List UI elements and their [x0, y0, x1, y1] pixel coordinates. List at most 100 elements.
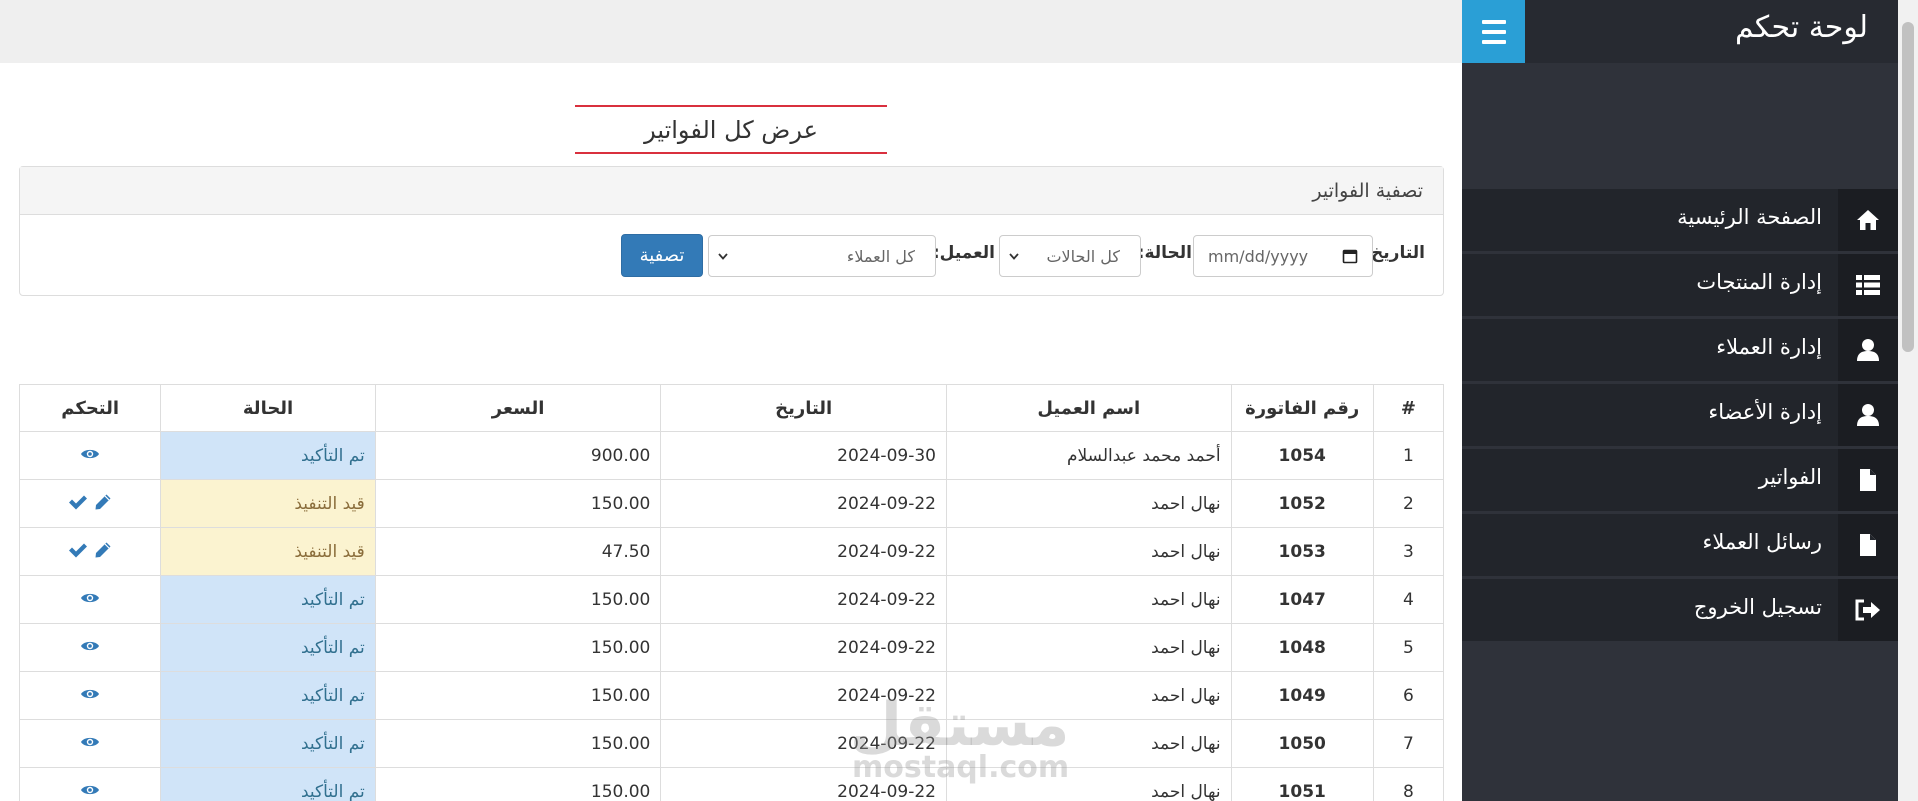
- column-header: التاريخ: [660, 384, 947, 432]
- view-eye-icon[interactable]: [80, 783, 100, 797]
- invoice-price: 150.00: [374, 671, 662, 720]
- invoice-price: 150.00: [374, 719, 662, 768]
- view-eye-icon[interactable]: [80, 639, 100, 653]
- invoice-number: 1054: [1230, 431, 1374, 480]
- list-icon: [1838, 254, 1898, 316]
- status-label: الحالة:: [1137, 243, 1192, 263]
- status-badge: تم التأكيد: [160, 719, 376, 768]
- sidebar-item-0[interactable]: الصفحة الرئيسية: [1462, 189, 1898, 251]
- sidebar-item-3[interactable]: إدارة الأعضاء: [1462, 384, 1898, 446]
- row-number: 7: [1372, 719, 1445, 768]
- hamburger-icon: [1481, 17, 1506, 47]
- filter-form: التاريخ: mm/dd/yyyy الحالة: كل الحالات ا…: [20, 215, 1443, 295]
- row-actions: [18, 527, 162, 576]
- date-input[interactable]: mm/dd/yyyy: [1193, 235, 1373, 277]
- sidebar-item-label: إدارة العملاء: [1716, 335, 1822, 359]
- watermark-url: mostaql.com: [852, 750, 1070, 785]
- sidebar-item-label: الصفحة الرئيسية: [1677, 205, 1822, 229]
- user-icon: [1838, 384, 1898, 446]
- view-eye-icon[interactable]: [80, 591, 100, 605]
- menu-toggle-button[interactable]: [1462, 0, 1525, 63]
- row-number: 8: [1372, 767, 1445, 801]
- client-name: نهال احمد: [945, 623, 1232, 672]
- confirm-check-icon[interactable]: [68, 542, 88, 558]
- status-badge: قيد التنفيذ: [160, 527, 376, 576]
- edit-pencil-icon[interactable]: [94, 493, 112, 511]
- status-select[interactable]: كل الحالات: [999, 235, 1141, 277]
- file-icon: [1838, 449, 1898, 511]
- invoice-price: 47.50: [374, 527, 662, 576]
- scrollbar-thumb[interactable]: [1902, 22, 1914, 352]
- home-icon: [1838, 189, 1898, 251]
- column-header: اسم العميل: [945, 384, 1232, 432]
- row-actions: [18, 479, 162, 528]
- invoice-price: 900.00: [374, 431, 662, 480]
- invoice-price: 150.00: [374, 767, 662, 801]
- invoice-date: 2024-09-22: [660, 527, 947, 576]
- row-actions: [18, 671, 162, 720]
- view-eye-icon[interactable]: [80, 687, 100, 701]
- row-number: 6: [1372, 671, 1445, 720]
- status-badge: تم التأكيد: [160, 431, 376, 480]
- invoice-number: 1048: [1230, 623, 1374, 672]
- sidebar-item-6[interactable]: تسجيل الخروج: [1462, 579, 1898, 641]
- row-number: 3: [1372, 527, 1445, 576]
- sidebar-item-label: الفواتير: [1758, 465, 1822, 489]
- user-icon: [1838, 319, 1898, 381]
- client-select-value: كل العملاء: [846, 247, 915, 266]
- row-number: 4: [1372, 575, 1445, 624]
- invoice-date: 2024-09-30: [660, 431, 947, 480]
- sidebar-title: لوحة تحكم: [1734, 10, 1868, 45]
- client-name: أحمد محمد عبدالسلام: [945, 431, 1232, 480]
- table-row: 6 1049 نهال احمد 2024-09-22 150.00 تم التأكيد: [18, 671, 1445, 720]
- table-row: 4 1047 نهال احمد 2024-09-22 150.00 تم التأكيد: [18, 575, 1445, 624]
- filter-panel-heading: تصفية الفواتير: [20, 167, 1443, 215]
- client-name: نهال احمد: [945, 527, 1232, 576]
- invoice-number: 1050: [1230, 719, 1374, 768]
- table-row: 5 1048 نهال احمد 2024-09-22 150.00 تم التأكيد: [18, 623, 1445, 672]
- page-scrollbar[interactable]: [1898, 0, 1918, 801]
- sidebar-item-1[interactable]: إدارة المنتجات: [1462, 254, 1898, 316]
- sidebar-item-label: إدارة الأعضاء: [1708, 400, 1822, 424]
- calendar-icon[interactable]: [1342, 248, 1358, 264]
- invoice-number: 1052: [1230, 479, 1374, 528]
- client-label: العميل:: [932, 243, 995, 263]
- table-row: 7 1050 نهال احمد 2024-09-22 150.00 تم التأكيد: [18, 719, 1445, 768]
- invoice-number: 1047: [1230, 575, 1374, 624]
- sidebar-item-2[interactable]: إدارة العملاء: [1462, 319, 1898, 381]
- confirm-check-icon[interactable]: [68, 494, 88, 510]
- row-actions: [18, 719, 162, 768]
- view-eye-icon[interactable]: [80, 447, 100, 461]
- row-actions: [18, 623, 162, 672]
- table-row: 2 1052 نهال احمد 2024-09-22 150.00 قيد التنفي…: [18, 479, 1445, 528]
- table-header-row: # رقم الفاتورة اسم العميل التاريخ السعر الحال…: [18, 384, 1445, 432]
- invoices-table: # رقم الفاتورة اسم العميل التاريخ السعر الحال…: [18, 384, 1445, 801]
- status-badge: تم التأكيد: [160, 671, 376, 720]
- column-header: #: [1372, 384, 1445, 432]
- filter-panel: تصفية الفواتير التاريخ: mm/dd/yyyy الحال…: [19, 166, 1444, 296]
- row-number: 1: [1372, 431, 1445, 480]
- table-row: 3 1053 نهال احمد 2024-09-22 47.50 قيد التنفيذ: [18, 527, 1445, 576]
- client-name: نهال احمد: [945, 575, 1232, 624]
- status-badge: تم التأكيد: [160, 623, 376, 672]
- edit-pencil-icon[interactable]: [94, 541, 112, 559]
- table-body: 1 1054 أحمد محمد عبدالسلام 2024-09-30 900.00…: [18, 431, 1445, 801]
- status-select-value: كل الحالات: [1046, 247, 1120, 266]
- filter-submit-button[interactable]: تصفية: [621, 234, 703, 277]
- date-label: التاريخ:: [1364, 243, 1425, 263]
- view-eye-icon[interactable]: [80, 735, 100, 749]
- invoice-price: 150.00: [374, 479, 662, 528]
- table-row: 8 1051 نهال احمد 2024-09-22 150.00 تم التأكيد: [18, 767, 1445, 801]
- invoice-number: 1049: [1230, 671, 1374, 720]
- sidebar: لوحة تحكم الصفحة الرئيسية إدارة المنتجات إ…: [1462, 0, 1898, 801]
- status-badge: تم التأكيد: [160, 767, 376, 801]
- sidebar-item-4[interactable]: الفواتير: [1462, 449, 1898, 511]
- client-select[interactable]: كل العملاء: [708, 235, 936, 277]
- sidebar-item-label: إدارة المنتجات: [1696, 270, 1822, 294]
- invoice-number: 1053: [1230, 527, 1374, 576]
- sidebar-item-5[interactable]: رسائل العملاء: [1462, 514, 1898, 576]
- page-title-wrap: عرض كل الفواتير: [575, 105, 887, 154]
- invoice-date: 2024-09-22: [660, 575, 947, 624]
- sidebar-item-label: تسجيل الخروج: [1693, 595, 1822, 619]
- invoice-date: 2024-09-22: [660, 623, 947, 672]
